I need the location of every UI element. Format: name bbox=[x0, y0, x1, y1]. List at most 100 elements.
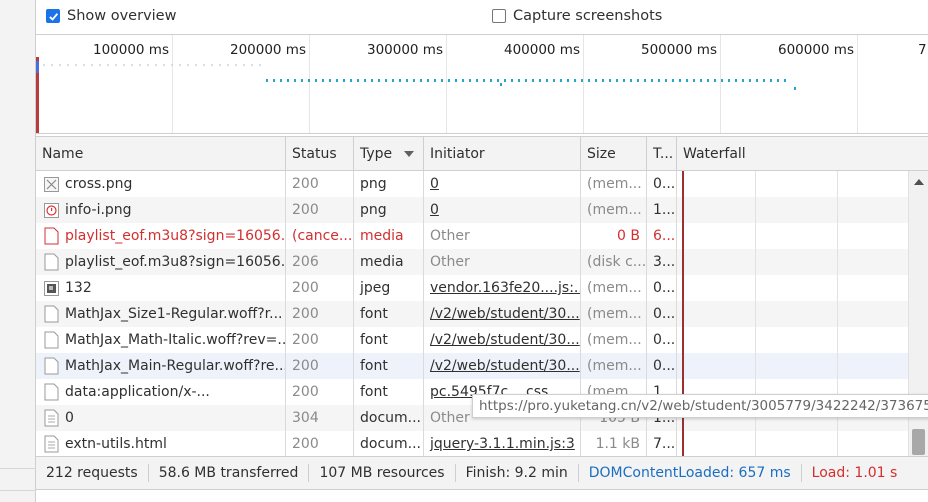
overview-dot bbox=[644, 79, 646, 82]
overview-dot bbox=[51, 64, 53, 66]
cell-size: (mem... bbox=[581, 275, 647, 301]
cell-initiator: Other bbox=[424, 223, 581, 249]
cell-time: 0... bbox=[647, 353, 677, 379]
cell-status: 200 bbox=[286, 275, 354, 301]
cell-type: media bbox=[354, 249, 424, 275]
column-header-time[interactable]: T... bbox=[647, 137, 677, 171]
left-panel-divider bbox=[0, 490, 36, 491]
request-name: info-i.png bbox=[65, 202, 132, 218]
cell-name: playlist_eof.m3u8?sign=16056... bbox=[36, 223, 286, 249]
initiator-link[interactable]: jquery-3.1.1.min.js:3 bbox=[430, 436, 575, 452]
cell-time: 0... bbox=[647, 171, 677, 197]
broken-image-icon bbox=[44, 175, 59, 193]
show-overview-checkbox[interactable] bbox=[46, 9, 60, 23]
cell-type: jpeg bbox=[354, 275, 424, 301]
text-document-icon bbox=[44, 409, 59, 427]
network-summary-bar: 212 requests 58.6 MB transferred 107 MB … bbox=[36, 456, 928, 490]
cell-initiator: vendor.163fe20....js:... bbox=[424, 275, 581, 301]
overview-dot bbox=[721, 79, 723, 82]
scrollbar-thumb[interactable] bbox=[912, 429, 925, 455]
capture-screenshots-checkbox[interactable] bbox=[492, 9, 506, 23]
overview-dot bbox=[385, 79, 387, 82]
overview-dot bbox=[623, 79, 625, 82]
cell-name: 132 bbox=[36, 275, 286, 301]
overview-dot bbox=[371, 79, 373, 82]
overview-dot bbox=[784, 79, 786, 82]
network-panel: Show overview Capture screenshots 100000… bbox=[36, 0, 928, 502]
overview-dot bbox=[700, 79, 702, 82]
overview-dot bbox=[203, 64, 205, 66]
overview-dot bbox=[497, 79, 499, 82]
overview-dot bbox=[483, 79, 485, 82]
overview-dot bbox=[777, 79, 779, 82]
overview-dot bbox=[546, 79, 548, 82]
initiator-link[interactable]: 0 bbox=[430, 176, 439, 192]
cell-name: extn-utils.html bbox=[36, 431, 286, 457]
overview-dot bbox=[243, 64, 245, 66]
summary-dom-content-loaded: DOMContentLoaded: 657 ms bbox=[579, 464, 802, 482]
column-header-size[interactable]: Size bbox=[581, 137, 647, 171]
cell-status: 206 bbox=[286, 249, 354, 275]
overview-dot bbox=[511, 79, 513, 82]
overview-dot bbox=[651, 79, 653, 82]
cell-type: docum... bbox=[354, 431, 424, 457]
show-overview-option[interactable]: Show overview bbox=[46, 8, 176, 24]
overview-dot bbox=[219, 64, 221, 66]
overview-dot bbox=[567, 79, 569, 82]
document-icon bbox=[44, 331, 59, 349]
url-tooltip: https://pro.yuketang.cn/v2/web/student/3… bbox=[472, 394, 928, 418]
overview-dot bbox=[427, 79, 429, 82]
summary-transferred: 58.6 MB transferred bbox=[149, 464, 310, 482]
cell-initiator: 0 bbox=[424, 171, 581, 197]
overview-dot bbox=[211, 64, 213, 66]
overview-dot bbox=[630, 79, 632, 82]
overview-dot bbox=[364, 79, 366, 82]
overview-dot bbox=[469, 79, 471, 82]
initiator-link[interactable]: 0 bbox=[430, 202, 439, 218]
scroll-up-arrow-icon[interactable] bbox=[914, 179, 924, 185]
request-name: playlist_eof.m3u8?sign=16056... bbox=[65, 228, 286, 244]
initiator-link[interactable]: vendor.163fe20....js:... bbox=[430, 280, 580, 296]
column-header-type[interactable]: Type bbox=[354, 137, 424, 171]
overview-dot bbox=[490, 79, 492, 82]
network-options-bar: Show overview Capture screenshots bbox=[36, 0, 928, 34]
overview-dot bbox=[399, 79, 401, 82]
overview-dot bbox=[574, 79, 576, 82]
cell-status: 200 bbox=[286, 353, 354, 379]
cell-type: font bbox=[354, 327, 424, 353]
overview-dot bbox=[91, 64, 93, 66]
initiator-link[interactable]: /v2/web/student/30... bbox=[430, 358, 580, 374]
column-header-waterfall[interactable]: Waterfall bbox=[677, 137, 928, 171]
column-header-name[interactable]: Name bbox=[36, 137, 286, 171]
cell-initiator: /v2/web/student/30... bbox=[424, 353, 581, 379]
request-name: playlist_eof.m3u8?sign=16056... bbox=[65, 254, 286, 270]
request-name: 132 bbox=[65, 280, 92, 296]
overview-dot bbox=[616, 79, 618, 82]
initiator-link[interactable]: /v2/web/student/30... bbox=[430, 306, 580, 322]
column-header-type-label: Type bbox=[360, 146, 393, 162]
text-document-icon bbox=[44, 435, 59, 453]
cell-name: MathJax_Main-Regular.woff?re... bbox=[36, 353, 286, 379]
column-header-status[interactable]: Status bbox=[286, 137, 354, 171]
overview-dot bbox=[107, 64, 109, 66]
left-panel-divider bbox=[0, 468, 36, 469]
overview-dot bbox=[504, 79, 506, 82]
cell-time: 7... bbox=[647, 431, 677, 457]
overview-dot bbox=[794, 87, 796, 90]
overview-dot bbox=[308, 79, 310, 82]
initiator-link[interactable]: /v2/web/student/30... bbox=[430, 332, 580, 348]
overview-dot bbox=[595, 79, 597, 82]
cell-status: 304 bbox=[286, 405, 354, 431]
network-overview-timeline[interactable]: 100000 ms 200000 ms 300000 ms 400000 ms … bbox=[36, 34, 928, 134]
cell-size: (mem... bbox=[581, 197, 647, 223]
requests-table-header: Name Status Type Initiator Size T... Wat… bbox=[36, 137, 928, 171]
overview-dot bbox=[763, 79, 765, 82]
overview-dot bbox=[179, 64, 181, 66]
column-header-initiator[interactable]: Initiator bbox=[424, 137, 581, 171]
cell-time: 6... bbox=[647, 223, 677, 249]
cell-initiator: /v2/web/student/30... bbox=[424, 301, 581, 327]
cell-initiator: Other bbox=[424, 249, 581, 275]
overview-dot bbox=[357, 79, 359, 82]
cell-size: 1.1 kB bbox=[581, 431, 647, 457]
capture-screenshots-option[interactable]: Capture screenshots bbox=[492, 8, 662, 24]
